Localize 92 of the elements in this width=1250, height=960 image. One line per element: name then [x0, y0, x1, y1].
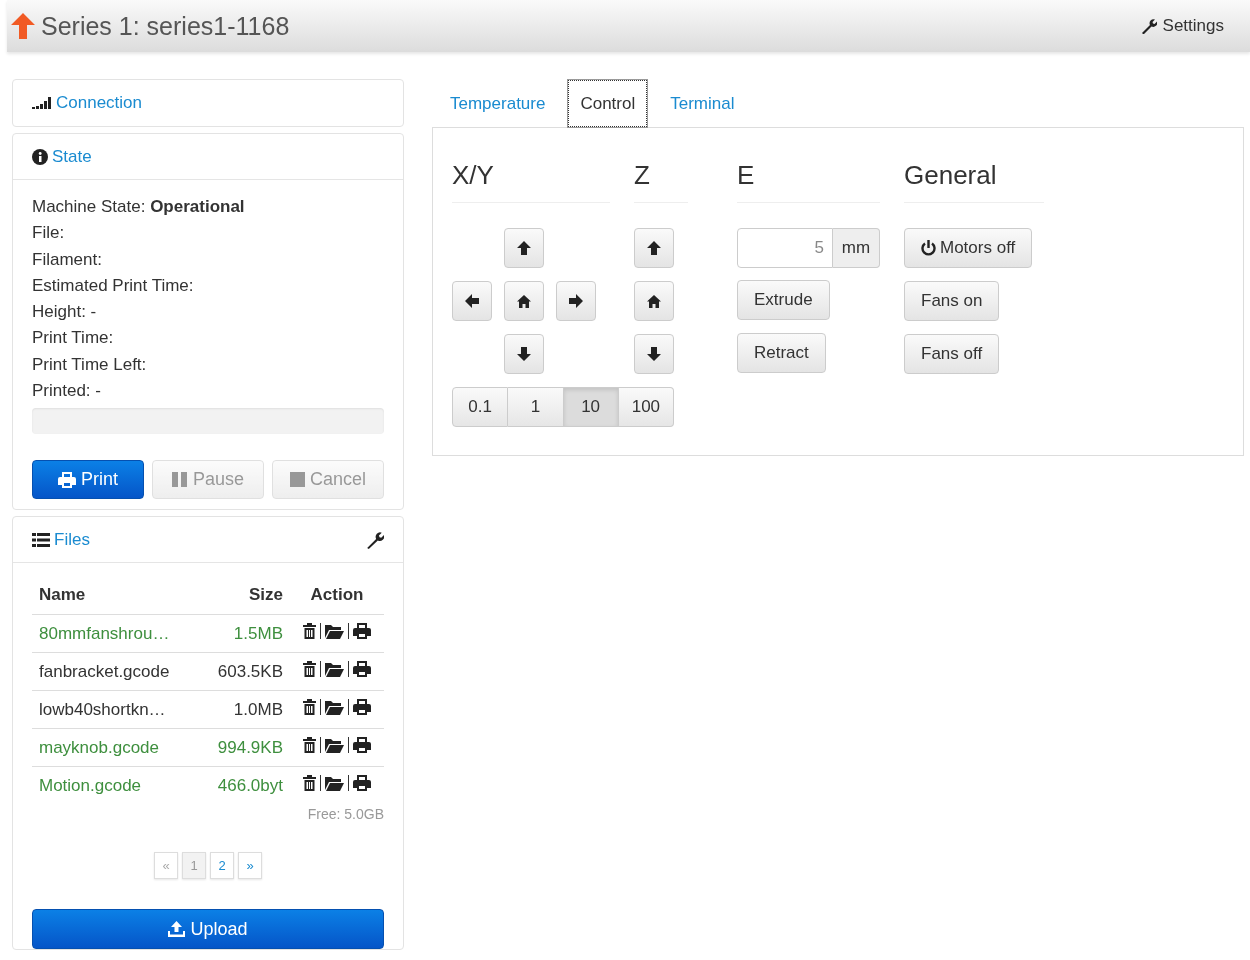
upload-icon	[168, 921, 186, 938]
trash-icon[interactable]	[303, 699, 316, 716]
printer-icon[interactable]	[353, 699, 371, 716]
step-button[interactable]: 100	[618, 387, 674, 427]
signal-icon	[32, 97, 52, 109]
page-link[interactable]: 2	[210, 852, 234, 880]
step-button[interactable]: 1	[508, 387, 564, 427]
jog-z-up-button[interactable]	[634, 228, 674, 268]
jog-down-button[interactable]	[504, 334, 544, 374]
file-size-cell: 466.0byt	[198, 766, 290, 805]
printer-icon[interactable]	[353, 623, 371, 640]
tab[interactable]: Temperature	[437, 79, 559, 127]
trash-icon[interactable]	[303, 737, 316, 754]
status-line: Height: -	[32, 301, 98, 324]
print-button[interactable]: Print	[32, 460, 144, 500]
home-icon	[517, 294, 531, 308]
arrow-down-icon	[517, 347, 531, 361]
motors-off-button[interactable]: Motors off	[904, 228, 1033, 268]
folder-icon[interactable]	[325, 775, 344, 791]
page-link[interactable]: »	[238, 852, 262, 880]
folder-icon[interactable]	[325, 623, 344, 639]
status-line: Print Time Left:	[32, 353, 148, 376]
tab[interactable]: Control	[567, 79, 649, 128]
wrench-icon	[1140, 18, 1157, 34]
stop-icon	[290, 472, 305, 488]
files-link[interactable]: Files	[54, 529, 90, 550]
upload-button[interactable]: Upload	[32, 909, 384, 950]
arrow-right-icon	[569, 294, 583, 308]
step-button[interactable]: 10	[563, 387, 619, 427]
printer-title: Series 1: series1-1168	[41, 11, 290, 41]
connection-link[interactable]: Connection	[56, 93, 142, 113]
home-icon	[647, 294, 661, 308]
power-icon	[921, 240, 936, 256]
fan-button[interactable]: Fans on	[904, 281, 1000, 321]
printer-icon[interactable]	[353, 737, 371, 754]
section-heading: E	[737, 160, 880, 203]
jog-home-button[interactable]	[504, 281, 544, 321]
extruder-button[interactable]: Retract	[737, 333, 826, 373]
jog-right-button[interactable]	[556, 281, 596, 321]
file-size-cell: 603.5KB	[198, 652, 290, 691]
list-icon	[32, 532, 50, 547]
file-size-cell: 1.5MB	[198, 614, 290, 653]
extrude-amount-field[interactable]: 5	[737, 228, 833, 268]
arrow-left-icon	[465, 294, 479, 308]
tab[interactable]: Terminal	[657, 79, 748, 127]
pause-icon	[171, 472, 188, 488]
section-heading: X/Y	[452, 160, 610, 203]
folder-icon[interactable]	[325, 661, 344, 677]
jog-up-button[interactable]	[504, 228, 544, 268]
file-size-cell: 1.0MB	[198, 690, 290, 729]
status-line: Filament:	[32, 248, 103, 271]
file-name-cell: fanbracket.gcode	[32, 652, 199, 691]
file-name-cell: Motion.gcode	[32, 766, 199, 805]
arrow-up-icon	[11, 13, 35, 39]
jog-left-button[interactable]	[452, 281, 492, 321]
wrench-icon[interactable]	[366, 530, 384, 549]
file-name-cell: mayknob.gcode	[32, 728, 199, 767]
page-link[interactable]: 1	[182, 852, 206, 880]
printer-icon[interactable]	[353, 661, 371, 678]
file-name-cell: lowb40shortkn…	[32, 690, 199, 729]
jog-z-down-button[interactable]	[634, 334, 674, 374]
arrow-down-icon	[647, 347, 661, 361]
free-space-text: Free: 5.0GB	[307, 806, 384, 823]
folder-icon[interactable]	[325, 699, 344, 715]
status-line: Print Time:	[32, 327, 115, 350]
status-line: Printed: -	[32, 380, 102, 403]
status-line: Estimated Print Time:	[32, 274, 195, 297]
folder-icon[interactable]	[325, 737, 344, 753]
printer-icon	[58, 471, 76, 488]
extruder-button[interactable]: Extrude	[737, 280, 830, 320]
jog-z-home-button[interactable]	[634, 281, 674, 321]
printer-icon[interactable]	[353, 775, 371, 792]
column-header: Size	[198, 579, 290, 615]
file-name-cell: 80mmfanshrou…	[32, 614, 199, 653]
status-line: File:	[32, 222, 66, 245]
file-size-cell: 994.9KB	[198, 728, 290, 767]
arrow-up-icon	[517, 241, 531, 255]
arrow-up-icon	[647, 241, 661, 255]
step-button[interactable]: 0.1	[452, 387, 509, 427]
unit-label: mm	[833, 228, 880, 268]
fan-button[interactable]: Fans off	[904, 334, 1000, 374]
column-header: Name	[32, 579, 199, 615]
trash-icon[interactable]	[303, 661, 316, 678]
section-heading: General	[904, 160, 1044, 203]
status-line: Machine State: Operational	[32, 196, 246, 218]
section-heading: Z	[634, 160, 688, 203]
column-header: Action	[290, 579, 384, 615]
trash-icon[interactable]	[303, 623, 316, 640]
state-link[interactable]: State	[52, 146, 92, 167]
settings-link[interactable]: Settings	[1140, 16, 1224, 36]
trash-icon[interactable]	[303, 775, 316, 792]
info-icon	[32, 148, 48, 165]
